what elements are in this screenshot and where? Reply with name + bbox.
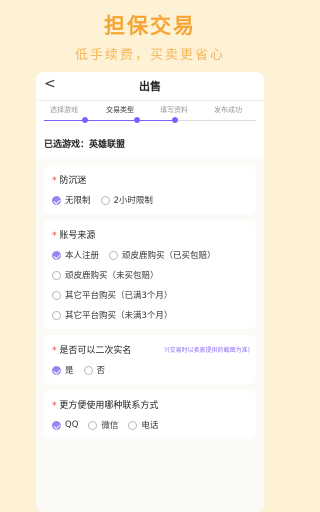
required-mark: * <box>52 401 57 411</box>
option-label: 是 <box>65 366 74 376</box>
step-indicator: 选择游戏 交易类型 填写资料 发布成功 <box>36 101 264 133</box>
source-options-row-4: 其它平台购买（未满3个月） <box>52 309 248 321</box>
radio-icon <box>128 420 138 430</box>
selected-game-label: 已选游戏：英雄联盟 <box>36 133 264 159</box>
step-track-progress <box>44 120 174 121</box>
step-fill-info: 填写资料 <box>160 106 188 114</box>
radio-icon <box>52 310 61 320</box>
checked-radio-icon <box>52 365 61 375</box>
realname-hint: ?(交易时以卖家提供的截图为准) <box>164 347 250 354</box>
contact-option-phone[interactable]: 电话 <box>128 419 158 431</box>
option-label: 2小时限制 <box>113 196 153 206</box>
source-option-other-under-3m[interactable]: 其它平台购买（未满3个月） <box>52 309 172 321</box>
source-options-row-1: 本人注册 顽皮鹿购买（已买包赔） <box>52 249 248 261</box>
addiction-section: * 防沉迷 无限制 2小时限制 <box>44 165 256 214</box>
option-label: 微信 <box>101 421 119 431</box>
required-mark: * <box>52 346 57 356</box>
contact-section: * 更方便使用哪种联系方式 QQ 微信 电话 <box>44 390 256 439</box>
realname-option-yes[interactable]: 是 <box>52 364 74 376</box>
option-label: 电话 <box>141 421 159 431</box>
option-label: 其它平台购买（已满3个月） <box>65 291 173 301</box>
contact-question-text: 更方便使用哪种联系方式 <box>59 401 159 411</box>
addiction-options: 无限制 2小时限制 <box>52 194 248 206</box>
source-option-self-register[interactable]: 本人注册 <box>52 249 99 261</box>
addiction-question-text: 防沉迷 <box>59 176 87 186</box>
step-dot-current <box>172 117 178 123</box>
checked-radio-icon <box>52 420 61 430</box>
contact-options: QQ 微信 电话 <box>52 419 248 431</box>
step-dot-2 <box>134 117 140 123</box>
contact-option-qq[interactable]: QQ <box>52 420 78 430</box>
radio-icon <box>88 420 98 430</box>
source-options-row-2: 顽皮鹿购买（未买包赔） <box>52 269 248 281</box>
source-options-row-3: 其它平台购买（已满3个月） <box>52 289 248 301</box>
radio-icon <box>52 290 61 300</box>
banner-title: 担保交易 <box>104 14 196 38</box>
radio-icon <box>52 270 61 280</box>
addiction-option-unlimited[interactable]: 无限制 <box>52 194 91 206</box>
option-label: 顽皮鹿购买（未买包赔） <box>65 271 159 281</box>
source-question: * 账号来源 <box>52 228 248 241</box>
addiction-option-2h[interactable]: 2小时限制 <box>100 194 153 206</box>
option-label: 无限制 <box>65 196 91 206</box>
source-section: * 账号来源 本人注册 顽皮鹿购买（已买包赔） 顽皮鹿购买（未买包赔） 其它平台… <box>44 220 256 329</box>
option-label: 顽皮鹿购买（已买包赔） <box>122 251 216 261</box>
source-option-other-over-3m[interactable]: 其它平台购买（已满3个月） <box>52 289 172 301</box>
step-select-game: 选择游戏 <box>50 106 78 114</box>
nav-bar: < 出售 <box>36 72 264 101</box>
source-option-bought-insured[interactable]: 顽皮鹿购买（已买包赔） <box>109 249 216 261</box>
radio-icon <box>100 195 110 205</box>
phone-screen: < 出售 选择游戏 交易类型 填写资料 发布成功 已选游戏：英雄联盟 * 防沉迷… <box>36 72 264 512</box>
realname-question-text: 是否可以二次实名 <box>59 346 132 356</box>
step-dot-1 <box>82 117 88 123</box>
contact-option-wechat[interactable]: 微信 <box>88 419 118 431</box>
radio-icon <box>109 250 119 260</box>
step-published: 发布成功 <box>214 106 242 114</box>
source-question-text: 账号来源 <box>59 231 96 241</box>
step-trade-type: 交易类型 <box>106 106 134 114</box>
checked-radio-icon <box>52 250 61 260</box>
source-option-bought-uninsured[interactable]: 顽皮鹿购买（未买包赔） <box>52 269 159 281</box>
checked-radio-icon <box>52 195 61 205</box>
required-mark: * <box>52 231 57 241</box>
radio-icon <box>83 365 93 375</box>
realname-option-no[interactable]: 否 <box>83 364 106 376</box>
addiction-question: * 防沉迷 <box>52 173 248 186</box>
page-title: 出售 <box>139 80 161 93</box>
contact-question: * 更方便使用哪种联系方式 <box>52 398 248 411</box>
required-mark: * <box>52 176 57 186</box>
option-label: 本人注册 <box>65 251 100 261</box>
option-label: QQ <box>65 420 79 430</box>
banner-subtitle: 低手续费，买卖更省心 <box>74 48 225 63</box>
realname-section: * 是否可以二次实名 ?(交易时以卖家提供的截图为准) 是 否 <box>44 335 256 384</box>
option-label: 否 <box>96 366 106 376</box>
realname-options: 是 否 <box>52 364 248 376</box>
option-label: 其它平台购买（未满3个月） <box>65 311 173 321</box>
